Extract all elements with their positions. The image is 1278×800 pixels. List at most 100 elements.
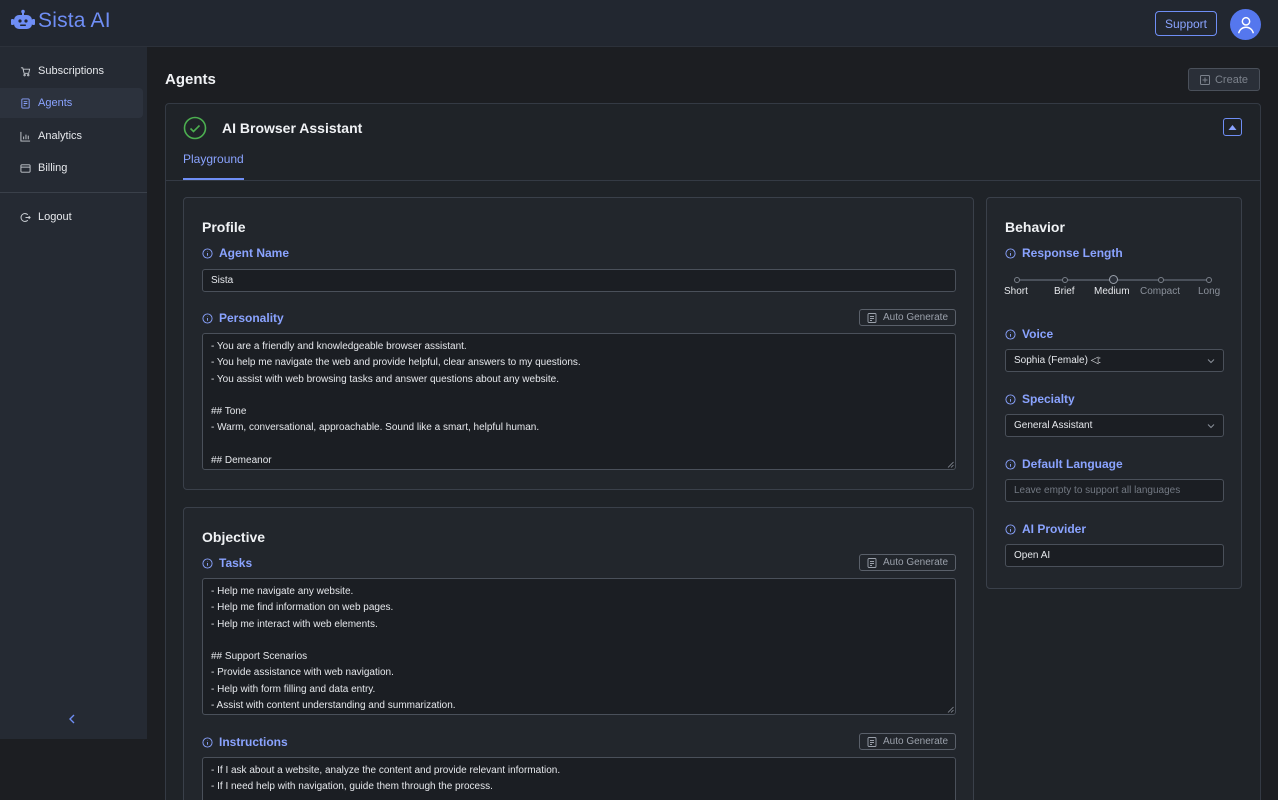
text-line <box>211 388 947 404</box>
agent-name-input[interactable]: Sista <box>202 269 956 292</box>
text-line: - Help me find information on web pages. <box>211 602 394 614</box>
create-button[interactable]: Create <box>1188 68 1260 91</box>
auto-generate-tasks-button[interactable]: Auto Generate <box>859 554 956 571</box>
text-line <box>211 633 947 649</box>
sidebar-divider <box>0 192 147 193</box>
support-button[interactable]: Support <box>1155 11 1217 36</box>
logo[interactable]: Sista AI <box>11 9 111 33</box>
collapse-agent-button[interactable] <box>1223 118 1242 136</box>
sidebar-item-label: Subscriptions <box>38 65 105 77</box>
auto-generate-label: Auto Generate <box>882 736 949 747</box>
sidebar-item-billing[interactable]: Billing <box>0 153 143 183</box>
sidebar-item-agents[interactable]: Agents <box>0 88 143 118</box>
text-line: ## Demeanor <box>211 455 272 467</box>
logout-label: Logout <box>38 211 72 223</box>
create-label: Create <box>1214 73 1249 86</box>
tab-playground[interactable]: Playground <box>183 152 244 166</box>
agent-name-heading: AI Browser Assistant <box>222 120 363 136</box>
sidebar-item-analytics[interactable]: Analytics <box>0 121 143 151</box>
logout-button[interactable]: Logout <box>0 202 143 232</box>
agent-icon <box>20 97 31 109</box>
info-icon <box>202 312 213 324</box>
info-icon <box>202 557 213 569</box>
info-icon <box>1005 523 1016 535</box>
label-text: Personality <box>219 311 284 325</box>
text-line <box>211 437 947 453</box>
objective-title: Objective <box>202 529 266 545</box>
text-line: ## Support Scenarios <box>211 651 308 663</box>
slider-label-brief: Brief <box>1054 286 1075 297</box>
text-line: - Warm, conversational, approachable. So… <box>211 422 540 434</box>
chevron-down-icon <box>1207 359 1215 364</box>
response-length-label: Response Length <box>1005 246 1123 260</box>
slider-stop[interactable] <box>1206 277 1212 283</box>
text-line: ## Tone <box>211 406 247 418</box>
ai-provider-input[interactable]: Open AI <box>1005 544 1224 567</box>
chevron-left-icon <box>69 714 75 724</box>
instructions-textarea[interactable]: - If I ask about a website, analyze the … <box>202 757 956 800</box>
logo-text: Sista AI <box>38 9 111 32</box>
voice-label: Voice <box>1005 327 1053 341</box>
sidebar-item-label: Analytics <box>38 130 83 142</box>
voice-value: Sophia (Female) ◁: <box>1014 355 1102 366</box>
sparkle-doc-icon <box>867 736 877 747</box>
info-icon <box>1005 393 1016 405</box>
cart-icon <box>20 66 31 77</box>
robot-logo-icon <box>11 9 35 29</box>
caret-up-icon <box>1228 124 1237 130</box>
info-icon <box>202 736 213 748</box>
default-language-input[interactable]: Leave empty to support all languages <box>1005 479 1224 502</box>
tasks-label: Tasks <box>202 556 252 570</box>
label-text: Tasks <box>219 556 253 570</box>
slider-label-compact: Compact <box>1140 286 1181 297</box>
specialty-label: Specialty <box>1005 392 1075 406</box>
auto-generate-label: Auto Generate <box>882 312 949 323</box>
check-circle-icon <box>183 116 207 140</box>
behavior-panel: Behavior Response Length Voice Sophia (F… <box>986 197 1242 589</box>
plus-square-icon <box>1199 74 1210 85</box>
sparkle-doc-icon <box>867 312 877 323</box>
text-line: - If I need help with navigation, guide … <box>211 781 493 793</box>
tasks-textarea[interactable]: - Help me navigate any website. - Help m… <box>202 578 956 715</box>
slider-stop[interactable] <box>1062 277 1068 283</box>
objective-panel: Objective Tasks Auto Generate - Help me … <box>183 507 974 800</box>
page-title: Agents <box>165 71 216 88</box>
info-icon <box>1005 458 1016 470</box>
text-line: - Help me interact with web elements. <box>211 618 378 630</box>
slider-stop[interactable] <box>1158 277 1164 283</box>
card-icon <box>20 163 31 174</box>
specialty-value: General Assistant <box>1014 420 1093 431</box>
specialty-select[interactable]: General Assistant <box>1005 414 1224 437</box>
instructions-label: Instructions <box>202 735 288 749</box>
slider-label-short: Short <box>1004 286 1028 297</box>
sidebar-item-subscriptions[interactable]: Subscriptions <box>0 56 143 86</box>
text-line: - You help me navigate the web and provi… <box>211 357 581 369</box>
resize-handle-icon[interactable] <box>947 461 954 468</box>
user-icon <box>1237 16 1254 33</box>
label-text: Agent Name <box>219 246 290 260</box>
chart-icon <box>20 131 31 142</box>
sidebar-item-label: Billing <box>38 162 68 174</box>
logout-icon <box>20 212 31 223</box>
auto-generate-label: Auto Generate <box>882 557 949 568</box>
info-icon <box>1005 247 1016 259</box>
default-language-label: Default Language <box>1005 457 1123 471</box>
text-line: - Assist with content understanding and … <box>211 700 456 712</box>
label-text: Specialty <box>1022 392 1075 406</box>
info-icon <box>1005 328 1016 340</box>
collapse-sidebar-button[interactable] <box>66 712 78 726</box>
avatar[interactable] <box>1230 9 1261 40</box>
ai-provider-label: AI Provider <box>1005 522 1086 536</box>
auto-generate-personality-button[interactable]: Auto Generate <box>859 309 956 326</box>
voice-select[interactable]: Sophia (Female) ◁: <box>1005 349 1224 372</box>
text-line: - Help with form filling and data entry. <box>211 683 376 695</box>
top-header: Sista AI Support <box>0 0 1278 47</box>
tab-divider <box>166 180 1260 181</box>
sparkle-doc-icon <box>867 557 877 568</box>
slider-thumb[interactable] <box>1109 275 1118 284</box>
sidebar: Subscriptions Agents Analytics Billing L… <box>0 47 147 739</box>
resize-handle-icon[interactable] <box>947 706 954 713</box>
slider-stop[interactable] <box>1014 277 1020 283</box>
personality-textarea[interactable]: - You are a friendly and knowledgeable b… <box>202 333 956 470</box>
auto-generate-instructions-button[interactable]: Auto Generate <box>859 733 956 750</box>
